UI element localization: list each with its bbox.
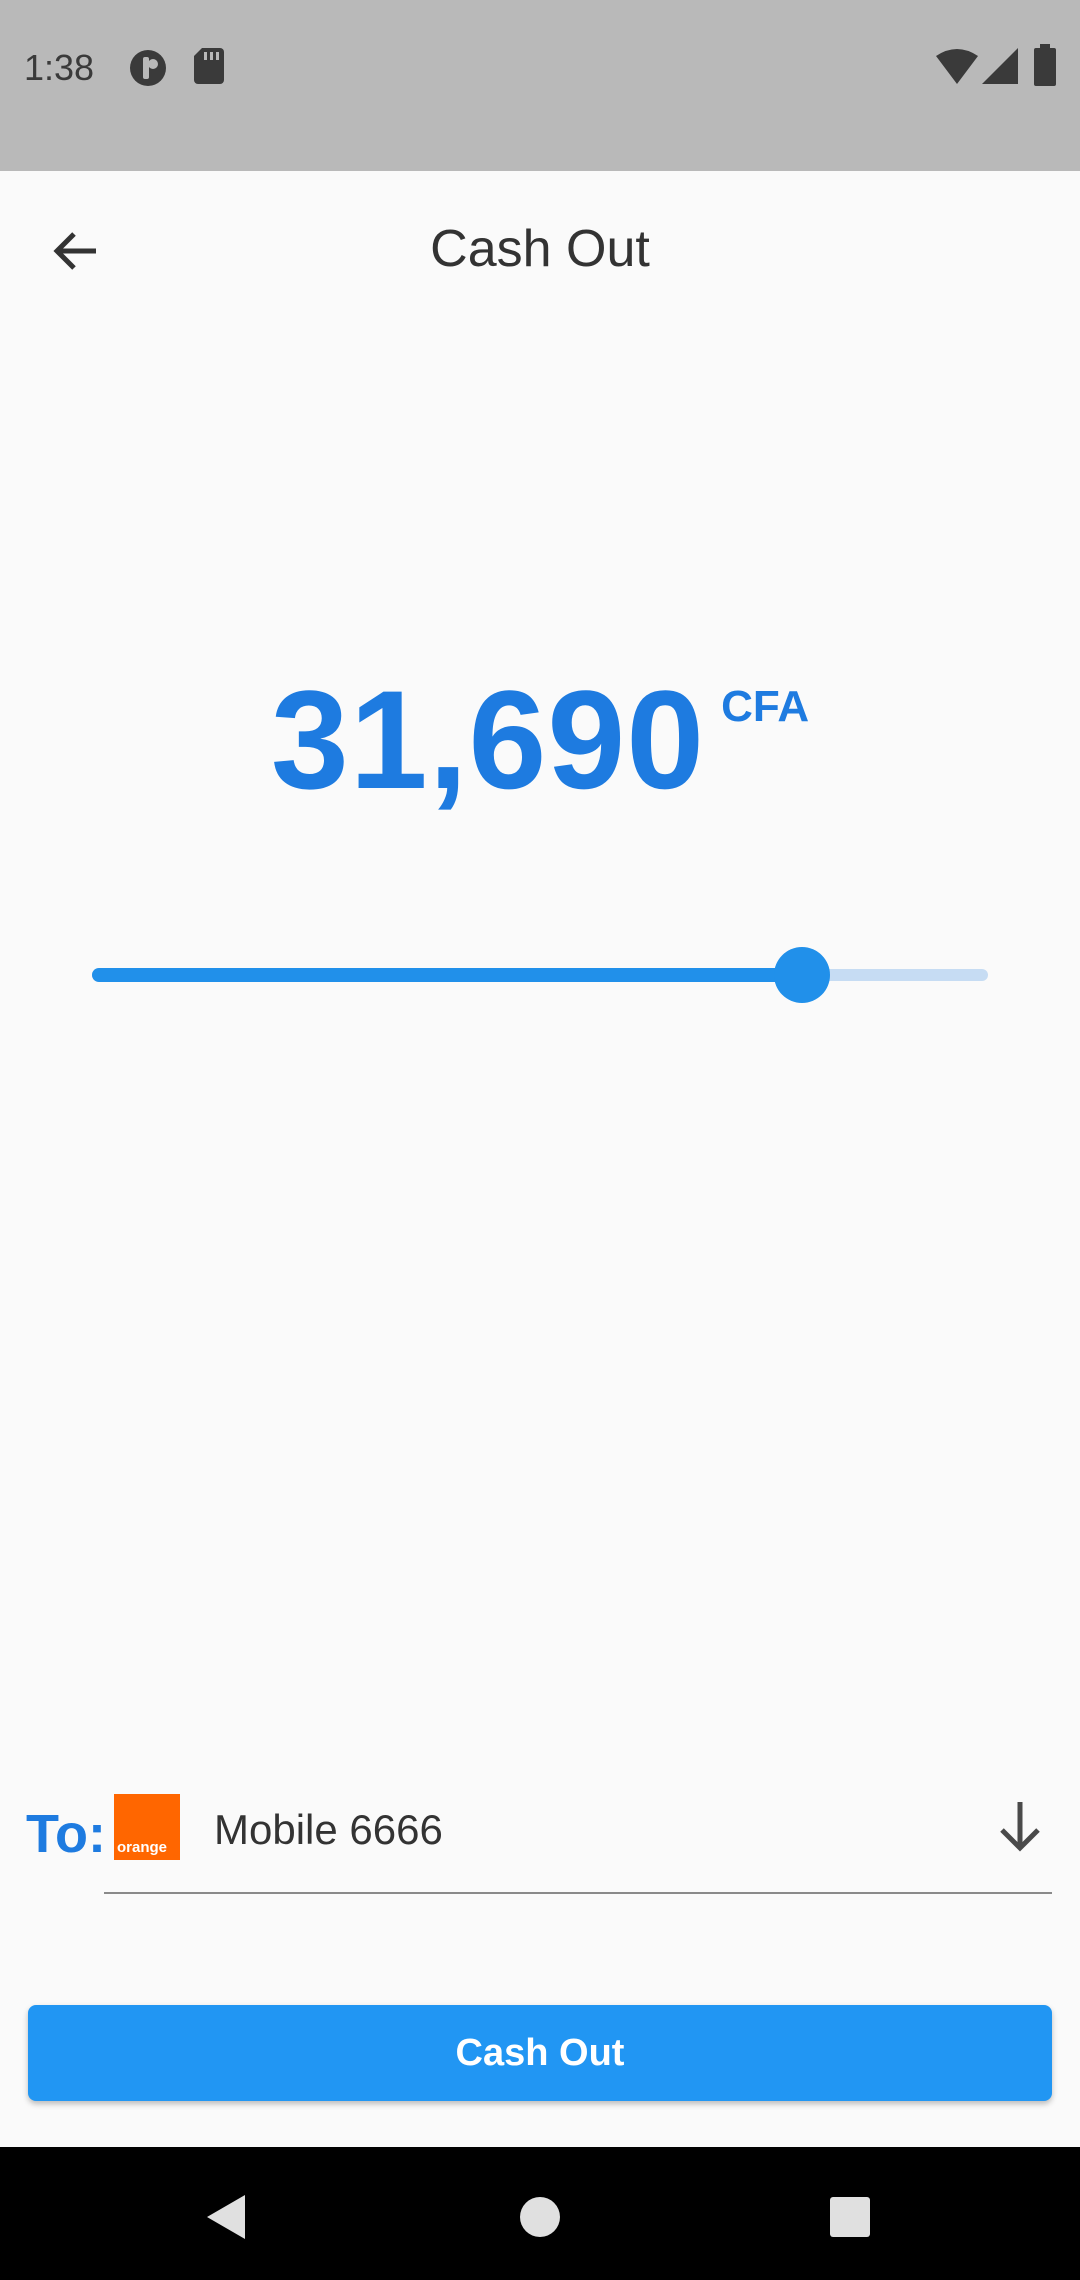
- status-time: 1:38: [24, 47, 95, 88]
- slider-active-track: [92, 968, 802, 982]
- signal-icon: [982, 48, 1018, 84]
- amount-display: 31,690 CFA: [0, 660, 1080, 830]
- arrow-down-icon: [1000, 1802, 1040, 1852]
- cash-out-button[interactable]: Cash Out: [28, 2005, 1052, 2101]
- recents-square-icon: [830, 2197, 870, 2237]
- app-bar: Cash Out: [0, 171, 1080, 327]
- account-name: Mobile 6666: [214, 1806, 443, 1853]
- recipient-row: To: orange Mobile 6666: [0, 1780, 1080, 1900]
- wifi-icon: [936, 49, 978, 84]
- nav-back-button[interactable]: [176, 2167, 276, 2267]
- amount-currency: CFA: [721, 682, 810, 731]
- circle-badge-icon: [130, 50, 166, 86]
- account-dropdown[interactable]: Mobile 6666: [104, 1780, 1052, 1894]
- sd-card-icon: [194, 48, 224, 84]
- nav-home-button[interactable]: [490, 2167, 590, 2267]
- amount-value: 31,690: [270, 661, 706, 818]
- slider-thumb[interactable]: [774, 947, 830, 1003]
- home-circle-icon: [520, 2197, 560, 2237]
- page-title: Cash Out: [430, 220, 650, 278]
- navigation-bar: [0, 2147, 1080, 2280]
- cash-out-button-label: Cash Out: [455, 2032, 625, 2074]
- back-triangle-icon: [207, 2195, 245, 2239]
- battery-icon: [1034, 44, 1056, 86]
- status-bar: 1:38: [0, 0, 1080, 171]
- amount-slider[interactable]: [92, 945, 988, 1005]
- to-label: To:: [26, 1804, 106, 1864]
- nav-recents-button[interactable]: [800, 2167, 900, 2267]
